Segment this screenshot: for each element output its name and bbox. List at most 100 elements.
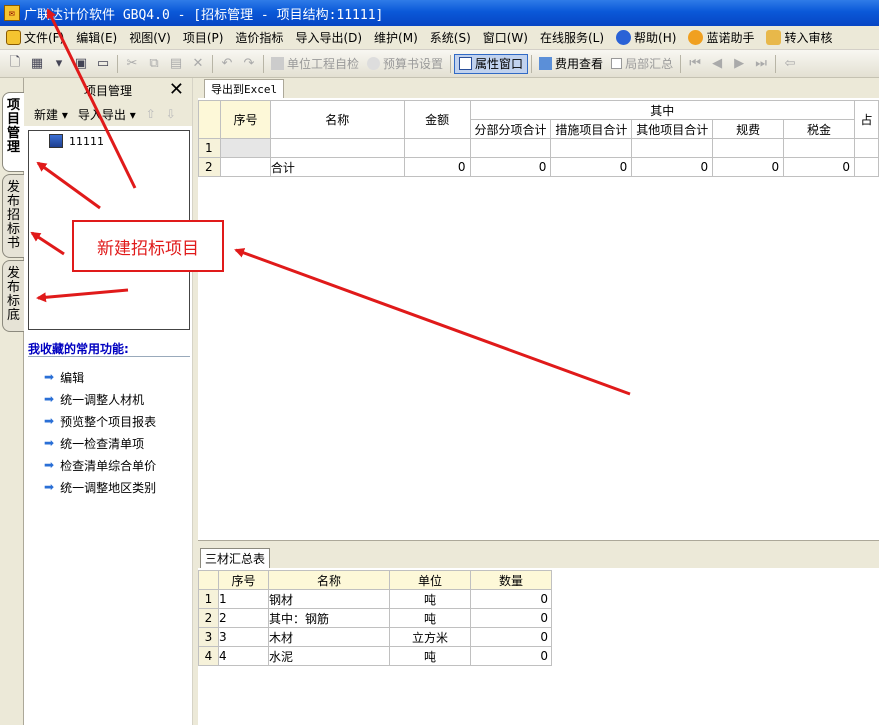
import-export-dropdown-button[interactable]: 导入导出 ▾ [78,106,136,123]
amount-cell[interactable] [403,138,471,158]
favorite-item[interactable]: ➡ 编辑 [44,366,156,388]
project-icon [49,134,63,148]
name-cell[interactable]: 水泥 [268,646,390,666]
property-window-button[interactable]: 属性窗口 [454,53,529,74]
seq-cell[interactable]: 1 [218,589,269,609]
seq-cell[interactable] [219,157,271,177]
menu-maintain[interactable]: 维护(M) [368,28,424,48]
seq-cell[interactable] [219,138,271,158]
value-cell[interactable] [469,138,552,158]
qty-cell[interactable]: 0 [470,627,552,647]
next-icon[interactable]: ▶ [729,54,749,74]
table-row[interactable]: 3 3 木材 立方米 0 [198,627,552,647]
name-cell[interactable] [269,138,405,158]
favorite-item[interactable]: ➡ 统一调整人材机 [44,388,156,410]
qty-cell[interactable]: 0 [470,608,552,628]
row-number: 1 [198,138,221,158]
favorite-item[interactable]: ➡ 检查清单综合单价 [44,454,156,476]
open-folder-icon[interactable]: ▭ [93,54,113,74]
value-cell[interactable] [712,138,785,158]
favorite-item[interactable]: ➡ 统一调整地区类别 [44,476,156,498]
budget-settings-button[interactable]: 预算书设置 [363,54,447,74]
move-up-icon[interactable]: ⇧ [146,107,156,121]
back-icon[interactable]: ⇦ [780,54,800,74]
menu-cost-index[interactable]: 造价指标 [229,28,289,48]
last-icon[interactable]: ⏭ [751,54,771,74]
column-header-seq: 序号 [218,570,269,590]
menu-help[interactable]: 帮助(H) [610,28,682,48]
menu-view[interactable]: 视图(V) [123,28,177,48]
value-cell[interactable] [550,138,633,158]
value-cell[interactable]: 0 [712,157,785,177]
save-icon[interactable]: ▣ [71,54,91,74]
unit-cell[interactable]: 吨 [389,608,471,628]
tree-node-project[interactable]: 11111 [49,134,104,148]
unit-check-button[interactable]: 单位工程自检 [267,54,363,74]
value-cell[interactable]: 0 [550,157,633,177]
menu-file[interactable]: 文件(F) [0,28,70,48]
qty-cell[interactable]: 0 [470,589,552,609]
menu-assistant[interactable]: 蓝诺助手 [682,28,760,48]
fee-view-button[interactable]: 费用查看 [535,54,607,74]
new-project-icon[interactable]: ▦ [27,54,47,74]
qty-cell[interactable]: 0 [470,646,552,666]
seq-cell[interactable]: 3 [218,627,269,647]
move-down-icon[interactable]: ⇩ [166,107,176,121]
unit-cell[interactable]: 立方米 [389,627,471,647]
name-cell[interactable]: 其中：钢筋 [268,608,390,628]
name-cell[interactable]: 合计 [269,157,405,177]
value-cell[interactable]: 0 [469,157,552,177]
export-excel-tab[interactable]: 导出到Excel [204,78,285,98]
favorite-item[interactable]: ➡ 统一检查清单项 [44,432,156,454]
value-cell[interactable] [631,138,714,158]
table-row[interactable]: 1 [198,138,879,158]
menu-import-export[interactable]: 导入导出(D) [289,28,368,48]
menu-edit[interactable]: 编辑(E) [70,28,123,48]
row-number: 1 [198,589,219,609]
local-summary-checkbox[interactable]: 局部汇总 [607,54,677,74]
prev-icon[interactable]: ◀ [707,54,727,74]
extra-cell[interactable] [853,138,879,158]
main-tabbar: 导出到Excel [198,78,879,98]
tab-publish-base[interactable]: 发布标底 [2,260,24,332]
cut-icon[interactable]: ✂ [122,54,142,74]
table-row[interactable]: 2 合计 0 0 0 0 0 0 [198,157,879,177]
menu-system[interactable]: 系统(S) [424,28,477,48]
table-row[interactable]: 1 1 钢材 吨 0 [198,589,552,609]
new-dropdown-button[interactable]: 新建 ▾ [34,106,68,123]
menu-bar: 文件(F) 编辑(E) 视图(V) 项目(P) 造价指标 导入导出(D) 维护(… [0,26,879,50]
name-cell[interactable]: 木材 [268,627,390,647]
redo-icon[interactable]: ↷ [239,54,259,74]
menu-audit[interactable]: 转入审核 [760,28,838,48]
extra-cell[interactable] [853,157,879,177]
delete-icon[interactable]: ✕ [188,54,208,74]
first-icon[interactable]: ⏮ [685,54,705,74]
favorite-item[interactable]: ➡ 预览整个项目报表 [44,410,156,432]
column-header-unit: 单位 [389,570,471,590]
favorites-list: ➡ 编辑 ➡ 统一调整人材机 ➡ 预览整个项目报表 ➡ 统一检查清单项 ➡ 检查清单综合单… [44,366,156,498]
table-row[interactable]: 2 2 其中：钢筋 吨 0 [198,608,552,628]
unit-cell[interactable]: 吨 [389,646,471,666]
name-cell[interactable]: 钢材 [268,589,390,609]
unit-cell[interactable]: 吨 [389,589,471,609]
paste-icon[interactable]: ▤ [166,54,186,74]
value-cell[interactable]: 0 [631,157,714,177]
seq-cell[interactable]: 4 [218,646,269,666]
table-row[interactable]: 4 4 水泥 吨 0 [198,646,552,666]
seq-cell[interactable]: 2 [218,608,269,628]
menu-project[interactable]: 项目(P) [177,28,230,48]
material-summary-tab[interactable]: 三材汇总表 [200,548,271,568]
value-cell[interactable]: 0 [783,157,855,177]
close-icon[interactable]: ✕ [169,79,184,100]
undo-icon[interactable]: ↶ [217,54,237,74]
new-file-icon[interactable]: 🗋 [5,54,25,74]
menu-online-service[interactable]: 在线服务(L) [534,28,610,48]
menu-window[interactable]: 窗口(W) [477,28,534,48]
row-number-header [198,100,221,139]
tab-publish-tender[interactable]: 发布招标书 [2,174,24,258]
tab-project-management[interactable]: 项目管理 [2,92,24,172]
copy-icon[interactable]: ⧉ [144,54,164,74]
open-dropdown-icon[interactable]: ▾ [49,54,69,74]
amount-cell[interactable]: 0 [403,157,471,177]
value-cell[interactable] [783,138,855,158]
